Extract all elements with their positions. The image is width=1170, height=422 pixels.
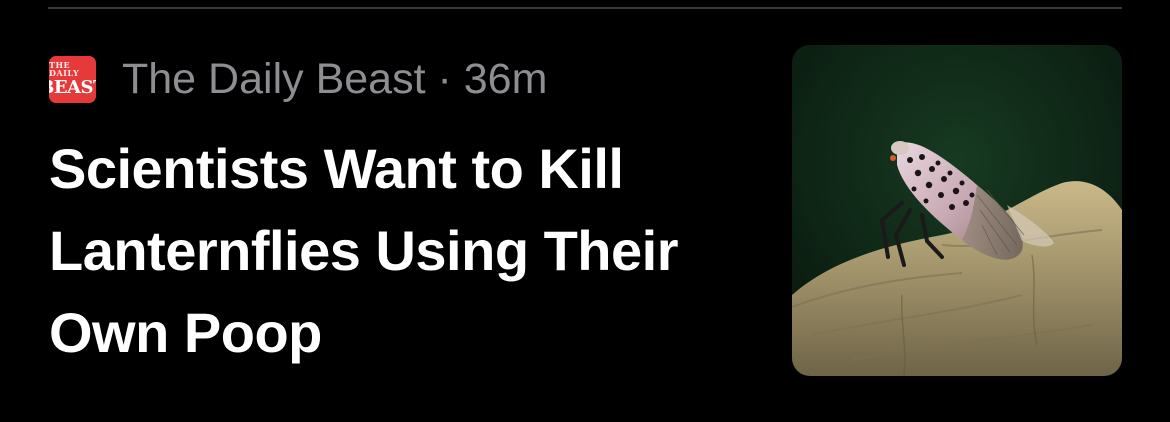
publisher-name: The Daily Beast <box>122 54 426 103</box>
meta-separator: · <box>425 54 464 103</box>
publisher-logo-top-text: THE DAILY <box>49 60 80 78</box>
publisher-logo-icon: THE DAILY BEAST <box>49 55 96 103</box>
article-headline[interactable]: Scientists Want to Kill Lanternflies Usi… <box>49 128 749 374</box>
article-age: 36m <box>463 54 548 103</box>
news-article-card[interactable]: THE DAILY BEAST The Daily Beast · 36m Sc… <box>0 0 1170 422</box>
publisher-logo-main-text: BEAST <box>49 77 96 98</box>
article-source-row: THE DAILY BEAST The Daily Beast · 36m <box>49 55 547 103</box>
lanternfly-image-icon <box>792 45 1122 376</box>
article-meta: The Daily Beast · 36m <box>122 55 547 104</box>
article-thumbnail[interactable] <box>792 45 1122 376</box>
